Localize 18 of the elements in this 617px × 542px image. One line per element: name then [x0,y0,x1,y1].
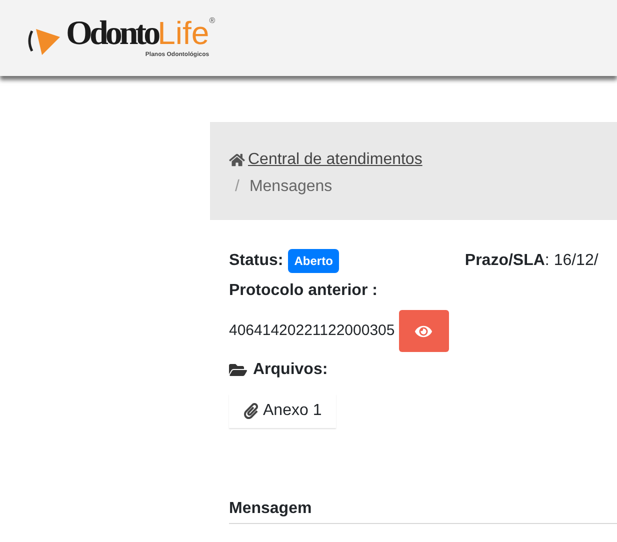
logo-wordmark: Odonto [66,16,158,50]
view-button[interactable] [398,310,449,352]
attachment-button[interactable]: Anexo 1 [229,394,336,428]
folder-icon [229,362,247,378]
breadcrumb-separator: / [235,177,240,197]
logo-wordmark-accent: Life [158,16,210,48]
previous-protocol-label: Protocolo anterior : [229,281,378,301]
paperclip-icon [243,403,259,419]
files-label: Arquivos: [253,360,328,380]
protocol-number: 40641420221122000305 [229,320,395,341]
breadcrumb-current: Mensagens [249,177,332,197]
breadcrumb-link[interactable]: Central de atendimentos [248,148,422,172]
deadline-text: Prazo/SLA: 16/12/ [464,251,598,271]
status-label: Status: [229,251,284,271]
registered-mark: ® [209,16,216,24]
message-heading: Mensagem [229,500,312,517]
home-icon [229,153,245,167]
status-badge: Aberto [288,249,339,273]
